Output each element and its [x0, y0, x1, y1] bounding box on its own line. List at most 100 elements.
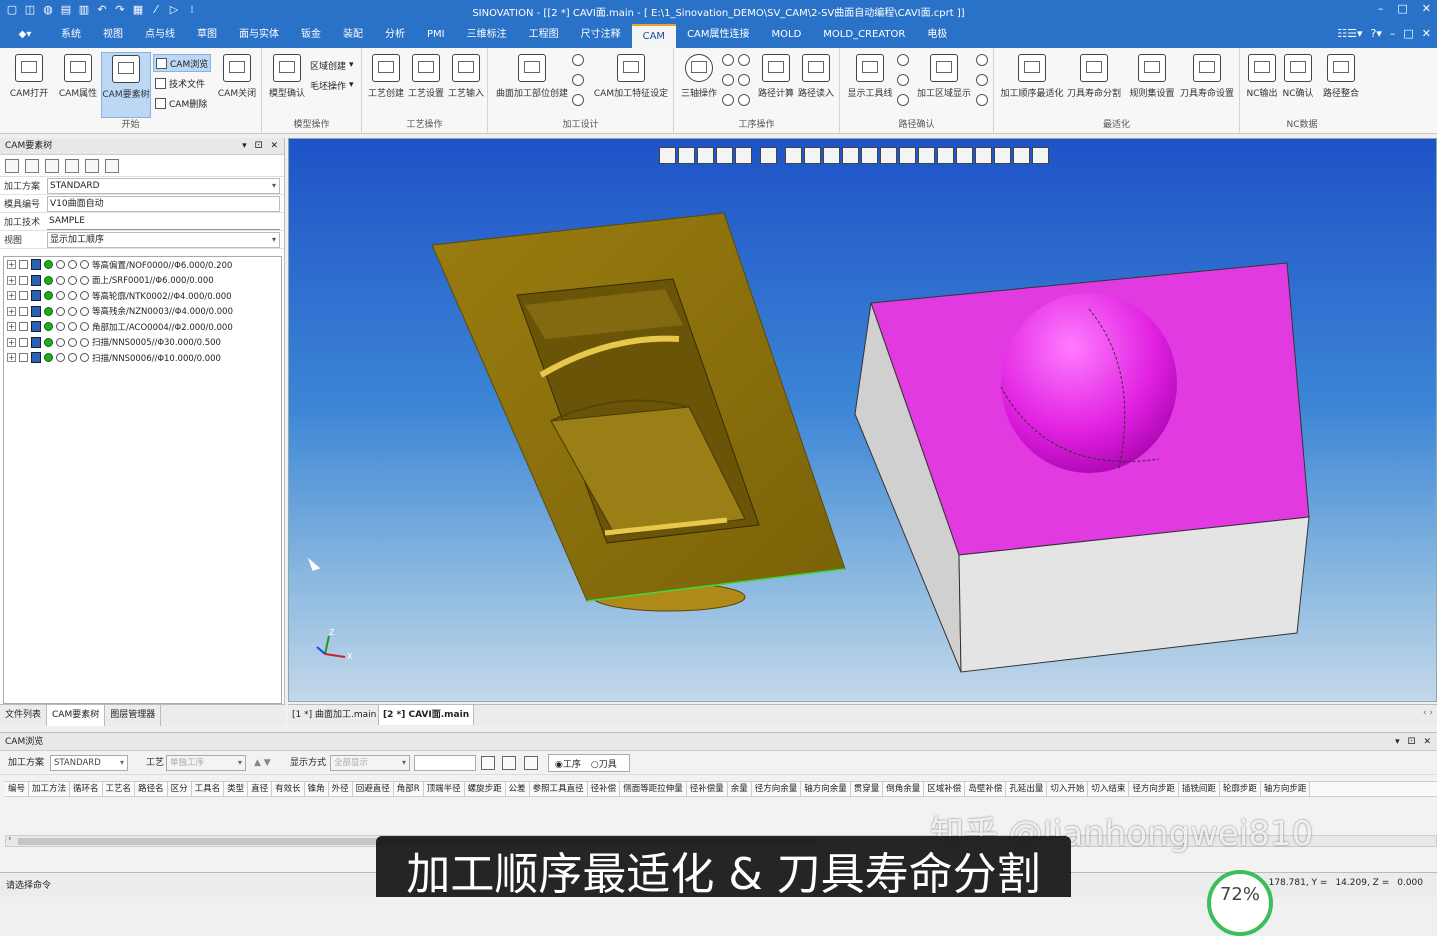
- panel-menu-button[interactable]: ▾: [242, 138, 247, 155]
- nc-confirm-button[interactable]: NC确认: [1280, 52, 1316, 112]
- column-header[interactable]: 工艺名: [103, 782, 136, 796]
- column-header[interactable]: 孔延出量: [1006, 782, 1048, 796]
- column-header[interactable]: 顶端半径: [424, 782, 465, 796]
- cam-feature-setting-button[interactable]: CAM加工特征设定: [590, 52, 672, 112]
- operation-icon[interactable]: [738, 94, 750, 106]
- operation-icon[interactable]: [738, 74, 750, 86]
- menu-tab-11[interactable]: 尺寸注释: [570, 22, 632, 48]
- menu-tab-1[interactable]: 视图: [92, 22, 134, 48]
- menu-tab-10[interactable]: 工程图: [518, 22, 570, 48]
- tree-item[interactable]: + 面上/SRF0001//Φ6.000/0.000: [4, 273, 281, 289]
- expand-icon[interactable]: +: [7, 306, 16, 316]
- menu-tab-6[interactable]: 装配: [332, 22, 374, 48]
- plan-select[interactable]: STANDARD: [47, 177, 280, 194]
- checkbox[interactable]: [19, 353, 28, 363]
- panel-menu-button[interactable]: ▾: [1395, 733, 1400, 751]
- column-header[interactable]: 径方向余量: [752, 782, 802, 796]
- column-header[interactable]: 公差: [506, 782, 530, 796]
- surface-region-create-button[interactable]: 曲面加工部位创建: [492, 52, 572, 112]
- column-header[interactable]: 编号: [5, 782, 30, 796]
- region-create-button[interactable]: 区域创建 ▾: [310, 56, 354, 74]
- view-select[interactable]: 显示加工顺序: [47, 231, 280, 248]
- menu-right-control-1[interactable]: ?▾: [1371, 27, 1382, 40]
- panel-close-button[interactable]: ✕: [1423, 733, 1431, 751]
- menu-tab-7[interactable]: 分析: [374, 22, 416, 48]
- operation-icon[interactable]: [722, 74, 734, 86]
- operation-icon[interactable]: [738, 54, 750, 66]
- menu-tab-9[interactable]: 三维标注: [456, 22, 518, 48]
- column-header[interactable]: 径补偿量: [687, 782, 728, 796]
- column-header[interactable]: 余量: [728, 782, 752, 796]
- column-header[interactable]: 侧面等距拉伸量: [620, 782, 687, 796]
- column-header[interactable]: 加工方法: [29, 782, 71, 796]
- menu-tab-15[interactable]: MOLD_CREATOR: [812, 22, 916, 48]
- refresh-icon[interactable]: [502, 756, 516, 770]
- rule-set-button[interactable]: 规则集设置: [1126, 52, 1178, 112]
- tab-layer-manager[interactable]: 图层管理器: [105, 705, 162, 726]
- machining-area-display-button[interactable]: 加工区域显示: [914, 52, 974, 112]
- order-arrows[interactable]: ▲ ▼: [254, 755, 271, 771]
- cam-open-button[interactable]: CAM打开: [6, 52, 52, 112]
- cam-close-button[interactable]: CAM关闭: [214, 52, 260, 112]
- column-header[interactable]: 有效长: [272, 782, 305, 796]
- menu-tab-14[interactable]: MOLD: [761, 22, 813, 48]
- column-header[interactable]: 贯穿量: [851, 782, 884, 796]
- table-icon[interactable]: [481, 756, 495, 770]
- expand-icon[interactable]: +: [7, 353, 16, 363]
- expand-icon[interactable]: +: [7, 322, 16, 332]
- tab-scroll-arrows[interactable]: ‹ ›: [1423, 708, 1433, 718]
- radio-operation[interactable]: ◉工序: [555, 757, 581, 770]
- expand-icon[interactable]: +: [7, 291, 16, 301]
- column-header[interactable]: 角部R: [394, 782, 424, 796]
- column-header[interactable]: 路径名: [135, 782, 168, 796]
- expand-icon[interactable]: +: [7, 260, 16, 270]
- tab-cam-tree[interactable]: CAM要素树: [47, 705, 106, 726]
- panel-pin-button[interactable]: ⚀: [255, 138, 263, 155]
- menu-tab-5[interactable]: 钣金: [290, 22, 332, 48]
- menu-tab-8[interactable]: PMI: [416, 22, 456, 48]
- order-optimize-button[interactable]: 加工顺序最适化: [998, 52, 1066, 112]
- tab-file-list[interactable]: 文件列表: [0, 705, 48, 726]
- add-element-icon[interactable]: [5, 158, 19, 173]
- process-select[interactable]: 单独工序: [166, 755, 246, 771]
- path-tool-icon[interactable]: [976, 74, 988, 86]
- mold-id-field[interactable]: V10曲面自动: [47, 195, 280, 212]
- menu-tab-12[interactable]: CAM: [631, 24, 677, 48]
- sort-icon[interactable]: [65, 158, 79, 173]
- tree-item[interactable]: + 角部加工/ACO0004//Φ2.000/0.000: [4, 319, 281, 335]
- doc-tab-2[interactable]: [2 *] CAVI面.main: [378, 705, 475, 725]
- column-header[interactable]: 类型: [224, 782, 249, 796]
- tree-item[interactable]: + 等高偏置/NOF0000//Φ6.000/0.200: [4, 257, 281, 273]
- checkbox[interactable]: [19, 275, 28, 285]
- tech-field[interactable]: SAMPLE: [47, 213, 280, 230]
- small-tool-icon[interactable]: [572, 74, 584, 86]
- menu-tab-2[interactable]: 点与线: [134, 22, 186, 48]
- show-toolpath-button[interactable]: 显示工具线: [844, 52, 896, 112]
- path-tool-icon[interactable]: [897, 54, 909, 66]
- cam-property-button[interactable]: CAM属性: [55, 52, 101, 112]
- blank-operation-button[interactable]: 毛坯操作 ▾: [310, 76, 354, 94]
- cam-delete-button[interactable]: CAM删除: [155, 94, 207, 112]
- checkbox[interactable]: [19, 260, 28, 270]
- menu-tab-16[interactable]: 电极: [916, 22, 958, 48]
- core-part[interactable]: [431, 212, 846, 612]
- checkbox[interactable]: [19, 322, 28, 332]
- menu-tab-3[interactable]: 草图: [186, 22, 228, 48]
- column-header[interactable]: 工具名: [192, 782, 225, 796]
- close-button[interactable]: ✕: [1422, 2, 1431, 15]
- maximize-button[interactable]: □: [1397, 2, 1407, 15]
- column-header[interactable]: 回避直径: [353, 782, 394, 796]
- panel-pin-button[interactable]: ⚀: [1408, 733, 1416, 751]
- minimize-button[interactable]: –: [1378, 2, 1384, 15]
- model-confirm-button[interactable]: 模型确认: [266, 52, 308, 112]
- cam-element-tree-button[interactable]: CAM要素树: [101, 52, 151, 118]
- column-header[interactable]: 倒角余量: [883, 782, 925, 796]
- display-select[interactable]: 全部显示: [330, 755, 410, 771]
- radio-tool[interactable]: ○刀具: [591, 757, 617, 770]
- path-calculate-button[interactable]: 路径计算: [756, 52, 796, 112]
- process-setting-button[interactable]: 工艺设置: [406, 52, 446, 112]
- tree-item[interactable]: + 扫描/NNS0005//Φ30.000/0.500: [4, 335, 281, 351]
- path-tool-icon[interactable]: [976, 54, 988, 66]
- list-icon[interactable]: [25, 158, 39, 173]
- process-create-button[interactable]: 工艺创建: [366, 52, 406, 112]
